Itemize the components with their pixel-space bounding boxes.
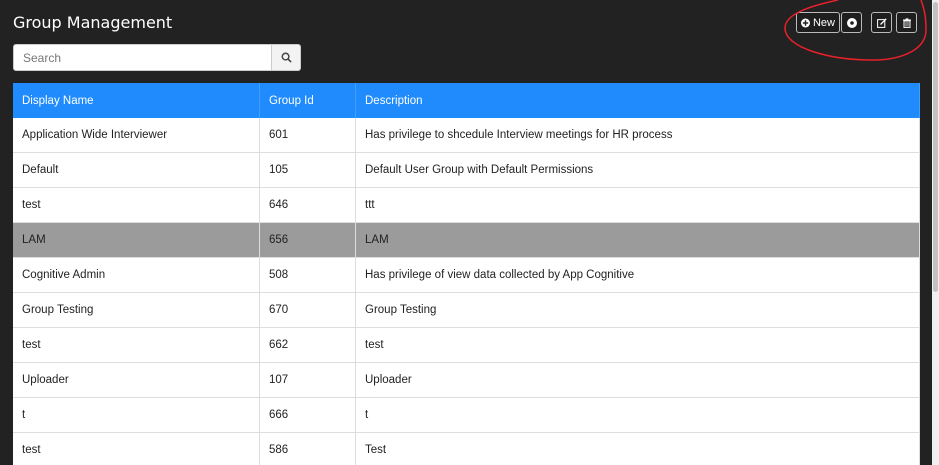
toolbar: New	[796, 12, 917, 34]
groups-table: Display Name Group Id Description Applic…	[13, 83, 920, 465]
settings-icon	[846, 17, 857, 28]
table-row[interactable]: Default 105 Default User Group with Defa…	[13, 152, 920, 188]
cell-group-id: 646	[259, 187, 356, 223]
cell-description: test	[355, 327, 920, 363]
cell-group-id: 508	[259, 257, 356, 293]
cell-group-id: 601	[259, 118, 356, 153]
cell-description: ttt	[355, 187, 920, 223]
column-header-display-name[interactable]: Display Name	[13, 83, 260, 118]
new-button[interactable]: New	[796, 12, 840, 33]
table-row[interactable]: test 646 ttt	[13, 187, 920, 223]
cell-description: LAM	[355, 222, 920, 258]
cell-display-name: LAM	[13, 222, 260, 258]
new-button-label: New	[812, 16, 835, 29]
scrollbar-thumb[interactable]	[933, 2, 938, 292]
cell-group-id: 670	[259, 292, 356, 328]
cell-display-name: test	[13, 432, 260, 465]
cell-group-id: 586	[259, 432, 356, 465]
cell-display-name: Default	[13, 152, 260, 188]
plus-circle-icon	[801, 18, 810, 27]
table-row[interactable]: Group Testing 670 Group Testing	[13, 292, 920, 328]
cell-group-id: 105	[259, 152, 356, 188]
trash-icon	[902, 17, 911, 28]
settings-button[interactable]	[841, 12, 862, 33]
column-header-group-id[interactable]: Group Id	[259, 83, 356, 118]
column-header-description[interactable]: Description	[355, 83, 920, 118]
table-row[interactable]: t 666 t	[13, 397, 920, 433]
cell-display-name: t	[13, 397, 260, 433]
cell-description: Uploader	[355, 362, 920, 398]
group-management-panel: Group Management New	[0, 0, 932, 465]
search-icon	[281, 52, 292, 63]
table-row-selected[interactable]: LAM 656 LAM	[13, 222, 920, 258]
cell-group-id: 107	[259, 362, 356, 398]
cell-description: t	[355, 397, 920, 433]
search-button[interactable]	[272, 44, 301, 71]
cell-description: Test	[355, 432, 920, 465]
cell-display-name: Group Testing	[13, 292, 260, 328]
table-row[interactable]: Uploader 107 Uploader	[13, 362, 920, 398]
page-title: Group Management	[13, 13, 173, 32]
edit-icon	[876, 17, 887, 28]
delete-button[interactable]	[896, 12, 917, 33]
table-row[interactable]: Application Wide Interviewer 601 Has pri…	[13, 118, 920, 153]
search-bar	[13, 44, 301, 71]
cell-display-name: test	[13, 327, 260, 363]
edit-button[interactable]	[871, 12, 892, 33]
search-input[interactable]	[13, 44, 272, 71]
table-row[interactable]: test 662 test	[13, 327, 920, 363]
cell-group-id: 656	[259, 222, 356, 258]
table-row[interactable]: test 586 Test	[13, 432, 920, 465]
cell-description: Group Testing	[355, 292, 920, 328]
cell-display-name: Uploader	[13, 362, 260, 398]
vertical-scrollbar[interactable]	[932, 0, 939, 465]
table-row[interactable]: Cognitive Admin 508 Has privilege of vie…	[13, 257, 920, 293]
cell-description: Default User Group with Default Permissi…	[355, 152, 920, 188]
cell-display-name: Application Wide Interviewer	[13, 118, 260, 153]
cell-display-name: Cognitive Admin	[13, 257, 260, 293]
cell-description: Has privilege of view data collected by …	[355, 257, 920, 293]
cell-display-name: test	[13, 187, 260, 223]
cell-group-id: 666	[259, 397, 356, 433]
table-header-row: Display Name Group Id Description	[13, 83, 920, 118]
cell-group-id: 662	[259, 327, 356, 363]
cell-description: Has privilege to shcedule Interview meet…	[355, 118, 920, 153]
